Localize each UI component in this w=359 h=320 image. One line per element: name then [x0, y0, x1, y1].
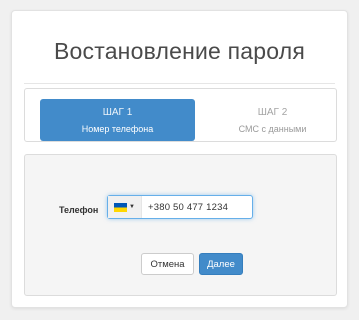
- step-1-number: ШАГ 1: [102, 107, 133, 118]
- country-selector[interactable]: ▼: [108, 196, 142, 218]
- cancel-button[interactable]: Отмена: [141, 253, 194, 275]
- next-button[interactable]: Далее: [199, 253, 243, 275]
- page-title: Востановление пароля: [53, 38, 306, 64]
- step-2-number: ШАГ 2: [257, 107, 288, 118]
- caret-down-icon: ▼: [129, 204, 135, 210]
- step-1-label: Номер телефона: [81, 124, 154, 134]
- step-2-label: СМС с данными: [238, 124, 307, 134]
- step-1-tab[interactable]: ШАГ 1 Номер телефона: [40, 99, 195, 141]
- title-divider: [24, 83, 335, 84]
- phone-value[interactable]: +380 50 477 1234: [148, 202, 228, 213]
- step-2-tab[interactable]: ШАГ 2 СМС с данными: [195, 99, 350, 141]
- password-recovery-card: Востановление пароля ШАГ 1 Номер телефон…: [11, 10, 348, 308]
- phone-input[interactable]: ▼ +380 50 477 1234: [107, 195, 253, 219]
- ukraine-flag-icon: [114, 202, 127, 212]
- wizard-steps: ШАГ 1 Номер телефона ШАГ 2 СМС с данными: [24, 88, 337, 142]
- phone-form: Телефон ▼ +380 50 477 1234 Отмена Далее: [24, 154, 337, 296]
- phone-label: Телефон: [59, 205, 99, 215]
